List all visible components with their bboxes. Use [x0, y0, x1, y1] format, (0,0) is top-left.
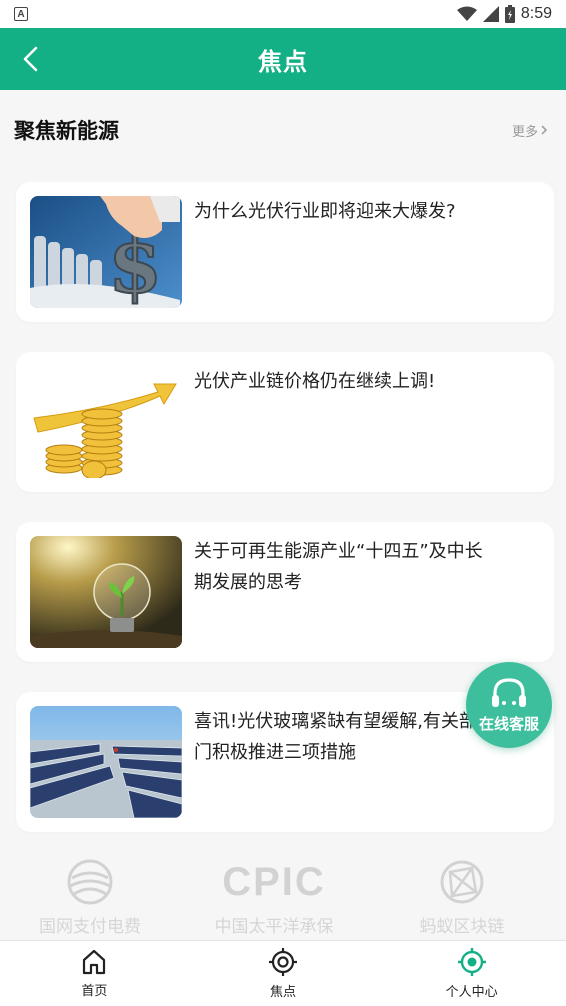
- article-title: 光伏产业链价格仍在继续上调!: [194, 371, 436, 392]
- article-thumbnail-dollar: $: [30, 196, 182, 308]
- partner-label: 蚂蚁区块链: [419, 917, 505, 937]
- tab-home[interactable]: 首页: [0, 941, 189, 1006]
- state-grid-logo-icon: [67, 859, 113, 905]
- online-service-button[interactable]: 在线客服: [466, 662, 552, 748]
- tab-profile[interactable]: 个人中心: [377, 941, 566, 1006]
- partner-label: 国网支付电费: [39, 917, 141, 937]
- blockchain-logo-icon: [440, 860, 484, 904]
- status-bar: A 8:59: [0, 0, 566, 28]
- status-time: 8:59: [520, 5, 552, 22]
- page-title: 焦点: [258, 47, 308, 76]
- tab-profile-label: 个人中心: [445, 985, 498, 1000]
- article-thumbnail-lightbulb: [30, 536, 182, 648]
- article-title: 为什么光伏行业即将迎来大爆发?: [194, 201, 456, 222]
- section-title: 聚焦新能源: [14, 119, 119, 143]
- profile-target-icon: [457, 948, 486, 976]
- tab-focus[interactable]: 焦点: [189, 941, 378, 1006]
- target-icon: [269, 948, 297, 976]
- notification-icon: A: [14, 7, 28, 21]
- tab-home-label: 首页: [81, 984, 108, 999]
- section-header: 聚焦新能源 更多: [14, 110, 552, 150]
- article-thumbnail-solar: [30, 706, 182, 818]
- more-label: 更多: [511, 124, 538, 140]
- partner-cpic: CPIC 中国太平洋承保: [204, 858, 344, 937]
- article-title: 喜讯!光伏玻璃紧缺有望缓解,有关部门积极推进三项措施: [194, 711, 477, 763]
- article-card[interactable]: $ 为什么光伏行业即将迎来大爆发?: [16, 182, 554, 322]
- partner-logos: 国网支付电费 CPIC 中国太平洋承保 蚂蚁区块链: [0, 858, 566, 940]
- signal-icon: [482, 6, 499, 22]
- article-card[interactable]: 关于可再生能源产业“十四五”及中长期发展的思考: [16, 522, 554, 662]
- chevron-right-icon: [541, 125, 548, 135]
- more-link[interactable]: 更多: [512, 121, 552, 140]
- bottom-tab-bar: 首页 焦点 个人中心: [0, 940, 566, 1006]
- partner-ant-chain: 蚂蚁区块链: [404, 858, 520, 937]
- chevron-left-icon: [23, 46, 38, 72]
- home-icon: [83, 949, 106, 975]
- headset-icon: [492, 677, 526, 707]
- article-thumbnail-coins: [30, 366, 182, 478]
- cpic-logo: CPIC: [222, 860, 326, 904]
- online-service-label: 在线客服: [478, 714, 539, 733]
- back-button[interactable]: [8, 36, 54, 82]
- battery-icon: [504, 5, 515, 23]
- tab-focus-label: 焦点: [270, 985, 297, 1000]
- app-header: 焦点: [0, 28, 566, 90]
- partner-state-grid: 国网支付电费: [32, 858, 148, 937]
- wifi-icon: [456, 6, 477, 21]
- partner-label: 中国太平洋承保: [214, 917, 334, 937]
- article-card[interactable]: 光伏产业链价格仍在继续上调!: [16, 352, 554, 492]
- article-title: 关于可再生能源产业“十四五”及中长期发展的思考: [194, 541, 483, 593]
